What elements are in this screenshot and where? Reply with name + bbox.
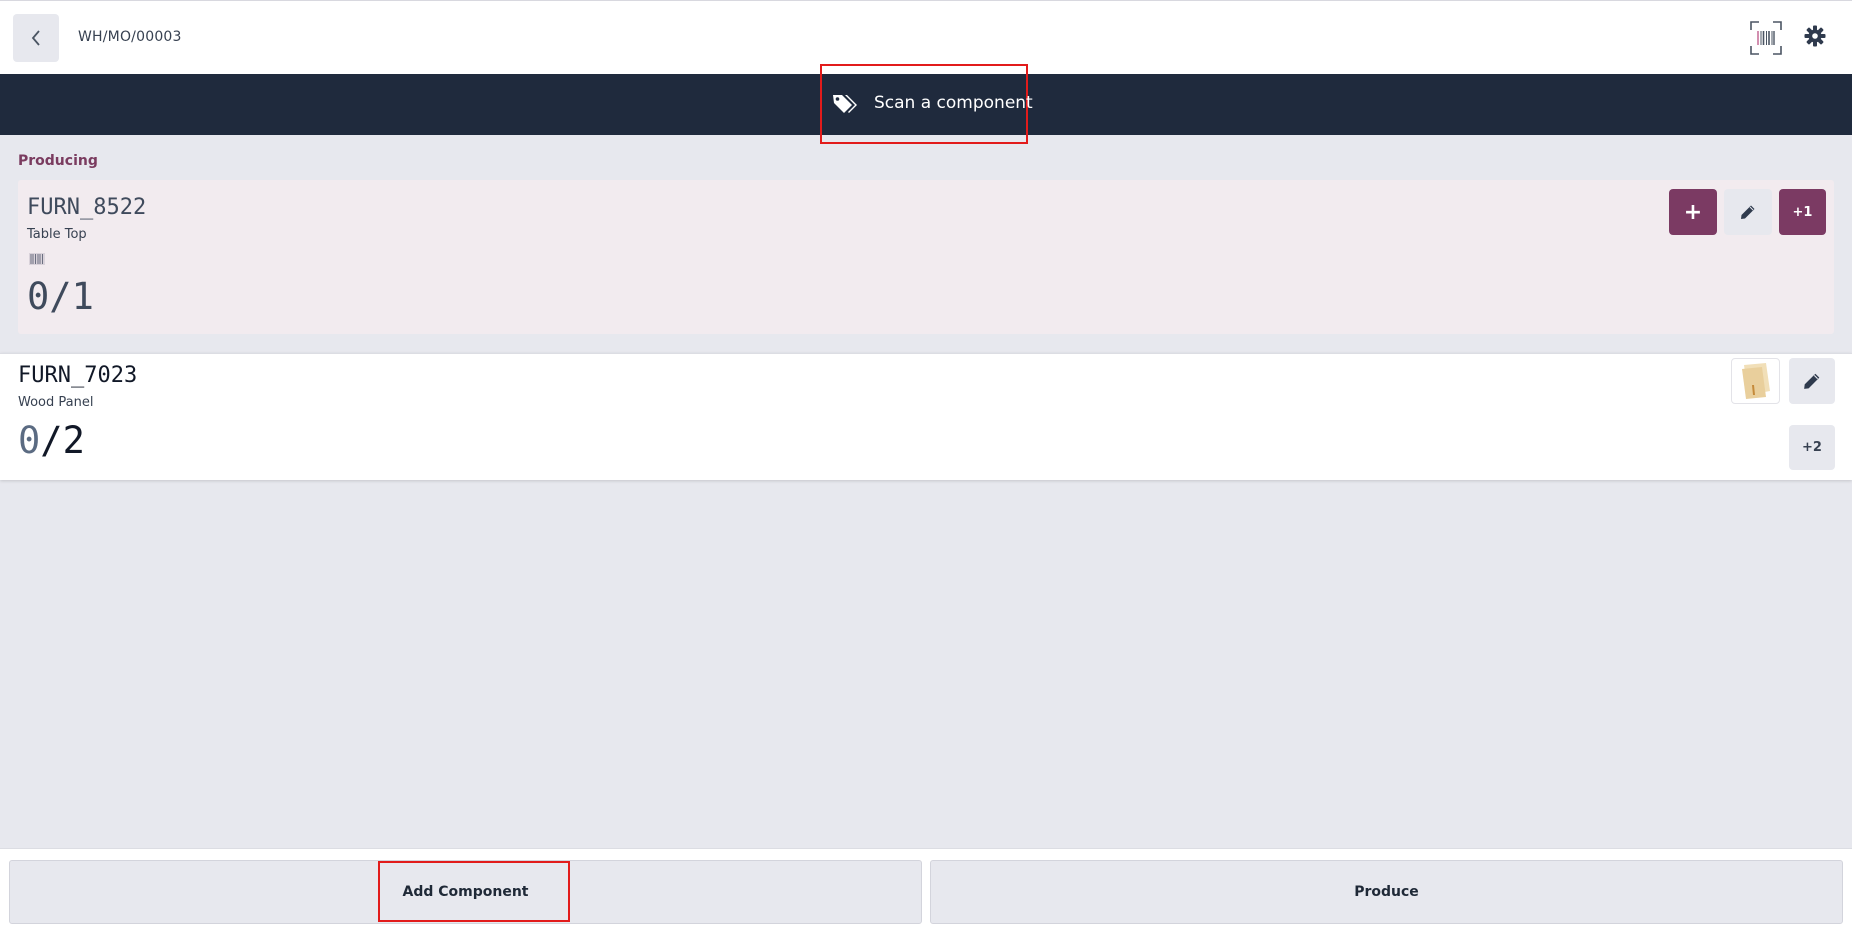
product-image-thumbnail[interactable] (1731, 358, 1780, 404)
barcode-scan-icon (1750, 21, 1782, 55)
product-quantity: 0/1 (27, 275, 94, 318)
banner-message: Scan a component (874, 93, 1033, 113)
add-component-button[interactable]: Add Component (9, 860, 922, 924)
producing-card[interactable]: FURN_8522 Table Top 0/1 + +1 (18, 180, 1834, 334)
increment-two-button[interactable]: +2 (1789, 425, 1835, 470)
page-title: WH/MO/00003 (78, 29, 182, 45)
component-code: FURN_7023 (18, 363, 138, 388)
quantity-total: 1 (71, 275, 94, 318)
add-quantity-button[interactable]: + (1669, 189, 1717, 235)
product-name: Table Top (27, 227, 87, 242)
top-bar: WH/MO/00003 (0, 0, 1852, 74)
producing-section-label: Producing (18, 153, 98, 169)
pencil-icon (1741, 205, 1755, 219)
footer-bar: Add Component Produce (0, 848, 1852, 933)
settings-button[interactable] (1804, 25, 1826, 47)
gear-icon (1804, 25, 1826, 47)
wood-panel-image (1741, 363, 1770, 399)
quantity-separator: / (40, 419, 63, 462)
edit-producing-button[interactable] (1724, 189, 1772, 235)
product-code: FURN_8522 (27, 195, 147, 220)
quantity-separator: / (49, 275, 72, 318)
quantity-done: 0 (27, 275, 50, 318)
tags-icon (833, 95, 857, 113)
back-button[interactable] (13, 14, 59, 62)
component-quantity: 0/2 (18, 419, 85, 462)
quantity-done: 0 (18, 419, 41, 462)
barcode-scan-button[interactable] (1750, 21, 1782, 55)
increment-one-button[interactable]: +1 (1779, 189, 1826, 235)
quantity-total: 2 (62, 419, 85, 462)
component-name: Wood Panel (18, 395, 94, 410)
pencil-icon (1804, 373, 1820, 389)
edit-component-button[interactable] (1789, 358, 1835, 404)
barcode-icon (29, 253, 45, 265)
produce-button[interactable]: Produce (930, 860, 1843, 924)
component-line[interactable]: FURN_7023 Wood Panel 0/2 +2 (0, 353, 1852, 480)
chevron-left-icon (31, 30, 40, 46)
